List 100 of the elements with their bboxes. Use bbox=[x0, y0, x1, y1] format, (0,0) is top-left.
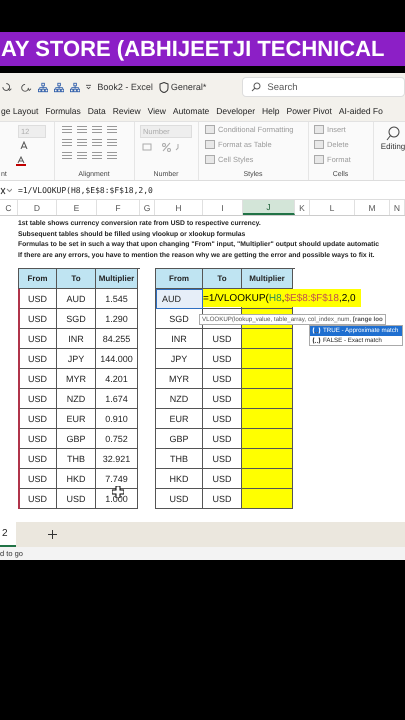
ribbon-tab[interactable]: AI-aided Fo bbox=[338, 106, 383, 116]
table-cell[interactable]: NZD bbox=[156, 389, 203, 409]
table-cell: EUR bbox=[57, 409, 96, 429]
ribbon-tab[interactable]: Developer bbox=[216, 106, 256, 116]
column-letter[interactable]: K bbox=[295, 200, 310, 215]
dropdown-icon[interactable] bbox=[86, 84, 92, 90]
hierarchy-icon[interactable] bbox=[70, 82, 80, 92]
table-cell: USD bbox=[203, 489, 242, 509]
ribbon-tab[interactable]: Automate bbox=[172, 106, 210, 116]
table-cell[interactable]: EUR bbox=[156, 409, 203, 429]
column-letter[interactable]: F bbox=[97, 200, 140, 215]
table-cell[interactable]: USD bbox=[19, 409, 57, 429]
table-cell[interactable]: MYR bbox=[156, 369, 203, 389]
table-cell: MYR bbox=[57, 369, 96, 389]
hierarchy-icon[interactable] bbox=[38, 82, 48, 92]
editing-button[interactable]: Editing bbox=[378, 126, 405, 151]
table-cell[interactable]: USD bbox=[19, 389, 57, 409]
table-cell[interactable]: USD bbox=[19, 469, 57, 489]
table-cell: 32.921 bbox=[96, 449, 138, 469]
table-cell: 1.674 bbox=[96, 389, 138, 409]
search-field[interactable]: Search bbox=[242, 77, 405, 97]
undo-icon[interactable] bbox=[2, 82, 14, 92]
table-cell[interactable]: USD bbox=[19, 429, 57, 449]
function-icon bbox=[312, 336, 321, 344]
table-cell[interactable]: GBP bbox=[156, 429, 203, 449]
column-letter[interactable]: M bbox=[355, 200, 390, 215]
table-cell[interactable]: JPY bbox=[156, 349, 203, 369]
table-cell: USD bbox=[203, 449, 242, 469]
ribbon-tab[interactable]: Power Pivot bbox=[286, 106, 332, 116]
table-cell[interactable]: USD bbox=[19, 489, 57, 509]
table-cell: USD bbox=[203, 349, 242, 369]
table-cell[interactable]: USD bbox=[156, 489, 203, 509]
insert-function-icon[interactable] bbox=[0, 186, 12, 194]
table-cell[interactable]: USD bbox=[19, 449, 57, 469]
column-letter[interactable]: D bbox=[18, 200, 57, 215]
sheet-tab[interactable]: 2 bbox=[0, 522, 16, 547]
table-cell: USD bbox=[57, 489, 96, 509]
table-cell[interactable]: SGD bbox=[156, 309, 203, 329]
formula-edit[interactable]: =1/VLOOKUP(H8,$E$8:$F$18,2,0 bbox=[203, 289, 361, 307]
table-cell: USD bbox=[203, 469, 242, 489]
active-cell[interactable]: AUD bbox=[156, 289, 203, 309]
table-cell[interactable]: INR bbox=[156, 329, 203, 349]
table-cell: 0.752 bbox=[96, 429, 138, 449]
redo-icon[interactable] bbox=[20, 82, 32, 92]
ribbon-tab[interactable]: View bbox=[148, 106, 166, 116]
font-grow-icon[interactable] bbox=[20, 141, 30, 149]
document-title: Book2 - Excel bbox=[97, 82, 153, 92]
column-header: To bbox=[57, 269, 96, 289]
table-cell[interactable]: USD bbox=[19, 349, 57, 369]
table-cell[interactable]: USD bbox=[19, 329, 57, 349]
move-cursor-icon bbox=[112, 485, 124, 497]
column-header: Multiplier bbox=[96, 269, 138, 289]
table-cell: USD bbox=[203, 429, 242, 449]
shield-icon[interactable] bbox=[158, 82, 169, 92]
formula-input[interactable]: =1/VLOOKUP(H8,$E$8:$F$18,2,0 bbox=[18, 186, 153, 194]
banner-title: AY STORE (ABHIJEETJI TECHNICAL bbox=[1, 36, 384, 62]
table-cell: NZD bbox=[57, 389, 96, 409]
column-letter[interactable]: H bbox=[155, 200, 203, 215]
search-icon[interactable] bbox=[251, 82, 262, 92]
column-letter[interactable]: L bbox=[310, 200, 355, 215]
table-cell: 4.201 bbox=[96, 369, 138, 389]
ribbon-tab[interactable]: Help bbox=[262, 106, 280, 116]
ribbon-tab[interactable]: Formulas bbox=[45, 106, 81, 116]
table-cell: 144.000 bbox=[96, 349, 138, 369]
sensitivity-label[interactable]: General* bbox=[170, 82, 206, 92]
table-cell: 7.749 bbox=[96, 469, 138, 489]
table-cell: 0.910 bbox=[96, 409, 138, 429]
column-header: To bbox=[203, 269, 242, 289]
font-color-icon[interactable] bbox=[16, 156, 26, 166]
column-header: From bbox=[156, 269, 203, 289]
column-header: From bbox=[19, 269, 57, 289]
table-cell: GBP bbox=[57, 429, 96, 449]
table-cell: USD bbox=[203, 409, 242, 429]
column-letter[interactable]: G bbox=[140, 200, 155, 215]
table-cell: AUD bbox=[57, 289, 96, 309]
table-cell: 1.545 bbox=[96, 289, 138, 309]
table-cell: INR bbox=[57, 329, 96, 349]
ribbon-tab[interactable]: ge Layout bbox=[1, 106, 38, 116]
table-cell[interactable]: USD bbox=[19, 369, 57, 389]
column-letter[interactable]: C bbox=[0, 200, 18, 215]
table-cell[interactable]: THB bbox=[156, 449, 203, 469]
table-cell: SGD bbox=[57, 309, 96, 329]
table-cell: USD bbox=[203, 389, 242, 409]
column-letter[interactable]: E bbox=[57, 200, 97, 215]
ribbon-tab[interactable]: Data bbox=[88, 106, 106, 116]
table-cell: JPY bbox=[57, 349, 96, 369]
table-cell: USD bbox=[203, 329, 242, 349]
column-letter[interactable]: N bbox=[390, 200, 405, 215]
table-cell: HKD bbox=[57, 469, 96, 489]
table-cell[interactable]: USD bbox=[19, 289, 57, 309]
table-cell: 1.290 bbox=[96, 309, 138, 329]
hierarchy-icon[interactable] bbox=[54, 82, 64, 92]
column-letter[interactable]: J bbox=[243, 200, 295, 215]
ribbon-tab[interactable]: Review bbox=[112, 106, 141, 116]
table-cell[interactable]: USD bbox=[19, 309, 57, 329]
search-icon bbox=[386, 126, 400, 142]
table-cell: USD bbox=[203, 369, 242, 389]
table-cell: 84.255 bbox=[96, 329, 138, 349]
column-header: Multiplier bbox=[242, 269, 293, 289]
table-cell[interactable]: HKD bbox=[156, 469, 203, 489]
